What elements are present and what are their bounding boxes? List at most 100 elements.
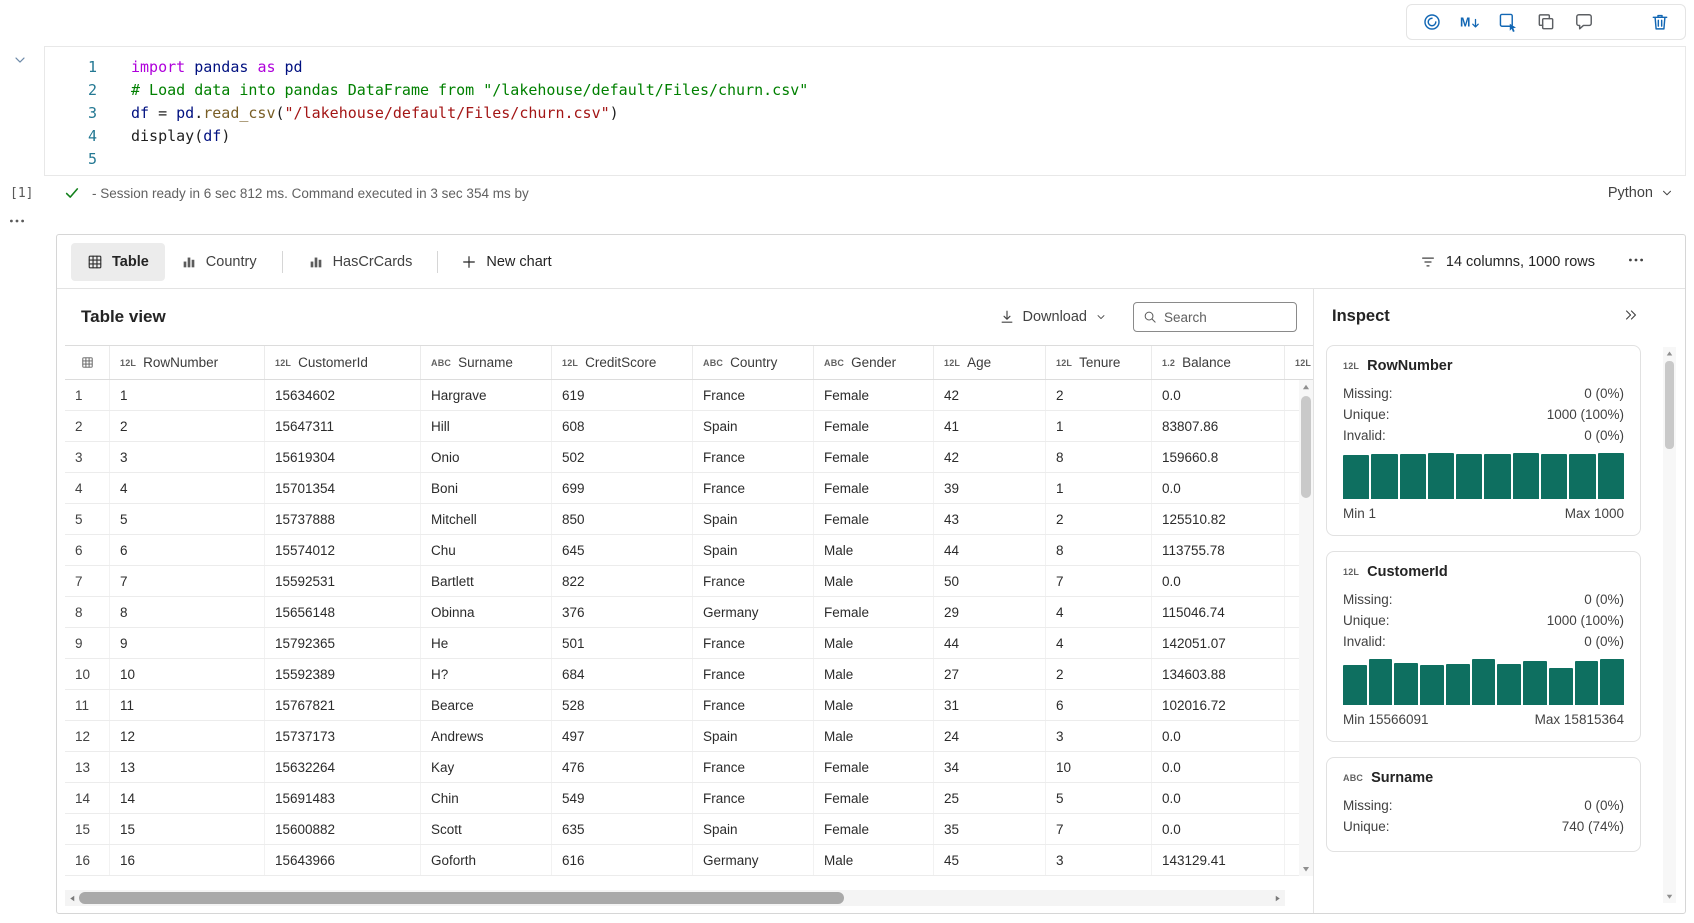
copilot-button[interactable]	[1421, 11, 1443, 33]
inspect-scrollbar[interactable]	[1663, 347, 1676, 903]
more-options-button[interactable]	[1611, 11, 1633, 33]
table-cell: Female	[814, 814, 934, 844]
table-cell: 41	[934, 411, 1046, 441]
code-line: 2 # Load data into pandas DataFrame from …	[45, 79, 1685, 102]
download-button[interactable]: Download	[999, 309, 1108, 325]
tab-hascrcards[interactable]: HasCrCards	[292, 243, 429, 281]
table-cell: 44	[934, 535, 1046, 565]
language-label: Python	[1607, 185, 1653, 201]
markdown-button[interactable]: M	[1459, 11, 1481, 33]
new-chart-button[interactable]: New chart	[447, 243, 565, 281]
table-cell: 2	[1046, 504, 1152, 534]
table-row[interactable]: 3 3 15619304 Onio 502 France Female 42 8 159660.8	[65, 442, 1313, 473]
delete-cell-button[interactable]	[1649, 11, 1671, 33]
table-cell: 1	[1046, 473, 1152, 503]
histogram-bar	[1368, 659, 1393, 705]
table-row[interactable]: 13 13 15632264 Kay 476 France Female 34 10 0.0	[65, 752, 1313, 783]
table-row[interactable]: 10 10 15592389 H? 684 France Male 27 2 134603.88	[65, 659, 1313, 690]
table-cell: 7	[110, 566, 265, 596]
column-header-partial[interactable]: 12L	[1285, 346, 1313, 379]
table-cell: France	[693, 690, 814, 720]
scroll-right-icon[interactable]	[1273, 894, 1282, 903]
column-header-CreditScore[interactable]: 12L CreditScore	[552, 346, 693, 379]
table-row[interactable]: 14 14 15691483 Chin 549 France Female 25 5 0.0	[65, 783, 1313, 814]
success-check-icon	[64, 185, 80, 201]
horizontal-scrollbar-track[interactable]	[77, 890, 1273, 906]
collapse-cell-button[interactable]	[12, 52, 28, 71]
scroll-down-icon[interactable]	[1665, 892, 1674, 901]
table-cell: Spain	[693, 721, 814, 751]
inspect-scrollbar-thumb[interactable]	[1665, 361, 1674, 449]
results-more-button[interactable]	[1627, 251, 1645, 272]
table-row[interactable]: 9 9 15792365 He 501 France Male 44 4 142051.07	[65, 628, 1313, 659]
column-header-Tenure[interactable]: 12L Tenure	[1046, 346, 1152, 379]
vertical-scrollbar-thumb[interactable]	[1301, 396, 1311, 498]
plus-icon	[461, 254, 477, 270]
column-header-Balance[interactable]: 1.2 Balance	[1152, 346, 1285, 379]
table-row[interactable]: 8 8 15656148 Obinna 376 Germany Female 29 4 11504…	[65, 597, 1313, 628]
column-header-Age[interactable]: 12L Age	[934, 346, 1046, 379]
column-header-Gender[interactable]: ABC Gender	[814, 346, 934, 379]
table-cell: 608	[552, 411, 693, 441]
code-line: 4 display(df)	[45, 125, 1685, 148]
line-number: 3	[87, 104, 97, 122]
table-row[interactable]: 12 12 15737173 Andrews 497 Spain Male 24 3 0.0	[65, 721, 1313, 752]
column-header-Country[interactable]: ABC Country	[693, 346, 814, 379]
scroll-left-icon[interactable]	[68, 894, 77, 903]
column-header-RowNumber[interactable]: 12L RowNumber	[110, 346, 265, 379]
comment-button[interactable]	[1573, 11, 1595, 33]
table-cell: 115046.74	[1152, 597, 1285, 627]
table-row[interactable]: 16 16 15643966 Goforth 616 Germany Male 45 3 1431…	[65, 845, 1313, 876]
collapse-inspect-button[interactable]	[1623, 307, 1639, 326]
row-index-cell: 14	[65, 783, 110, 813]
table-row[interactable]: 4 4 15701354 Boni 699 France Female 39 1 0.0	[65, 473, 1313, 504]
stat-value: 0 (0%)	[1584, 592, 1624, 607]
table-row[interactable]: 15 15 15600882 Scott 635 Spain Female 35 7 0.0	[65, 814, 1313, 845]
code-text: df = pd.read_csv("/lakehouse/default/Fil…	[131, 104, 619, 122]
cell-more-button[interactable]	[8, 212, 26, 233]
column-header-Surname[interactable]: ABC Surname	[421, 346, 552, 379]
column-header-CustomerId[interactable]: 12L CustomerId	[265, 346, 421, 379]
tab-table[interactable]: Table	[71, 242, 165, 281]
table-row[interactable]: 11 11 15767821 Bearce 528 France Male 31 6 102016…	[65, 690, 1313, 721]
table-row[interactable]: 7 7 15592531 Bartlett 822 France Male 50 7 0.0	[65, 566, 1313, 597]
table-summary: 14 columns, 1000 rows	[1445, 253, 1595, 270]
table-cell: 125510.82	[1152, 504, 1285, 534]
stat-label: Unique:	[1343, 407, 1390, 422]
table-cell: Female	[814, 752, 934, 782]
scroll-up-icon[interactable]	[1665, 349, 1674, 358]
horizontal-scrollbar-thumb[interactable]	[79, 892, 845, 904]
code-cell[interactable]: 1 import pandas as pd 2 # Load data into pa…	[44, 46, 1686, 176]
copy-cell-button[interactable]	[1535, 11, 1557, 33]
table-row[interactable]: 2 2 15647311 Hill 608 Spain Female 41 1 83807.86	[65, 411, 1313, 442]
row-index-cell: 15	[65, 814, 110, 844]
table-cell: Female	[814, 504, 934, 534]
table-cell: 0.0	[1152, 783, 1285, 813]
table-row[interactable]: 6 6 15574012 Chu 645 Spain Male 44 8 113755.78	[65, 535, 1313, 566]
convert-to-code-cell-button[interactable]	[1497, 11, 1519, 33]
table-row[interactable]: 1 1 15634602 Hargrave 619 France Female 42 2 0.0	[65, 380, 1313, 411]
column-name: CreditScore	[585, 355, 657, 370]
row-index-header[interactable]	[65, 346, 110, 379]
table-cell: 3	[1046, 845, 1152, 875]
table-cell: Female	[814, 597, 934, 627]
histogram-bar	[1456, 453, 1483, 499]
scroll-down-icon[interactable]	[1301, 864, 1311, 874]
histogram-bar	[1512, 453, 1540, 499]
vertical-scrollbar[interactable]	[1299, 380, 1313, 876]
table-cell: 15592389	[265, 659, 421, 689]
table-cell: Male	[814, 845, 934, 875]
language-selector[interactable]: Python	[1608, 185, 1674, 201]
tab-country[interactable]: Country	[165, 243, 273, 281]
table-cell: 42	[934, 442, 1046, 472]
table-cell: 50	[934, 566, 1046, 596]
row-index-cell: 2	[65, 411, 110, 441]
table-cell: Mitchell	[421, 504, 552, 534]
scroll-up-icon[interactable]	[1301, 382, 1311, 392]
table-row[interactable]: 5 5 15737888 Mitchell 850 Spain Female 43 2 12551…	[65, 504, 1313, 535]
table-cell: 16	[110, 845, 265, 875]
horizontal-scrollbar[interactable]	[65, 890, 1285, 906]
search-input[interactable]	[1164, 309, 1287, 325]
table-cell: 15574012	[265, 535, 421, 565]
table-cell: 15600882	[265, 814, 421, 844]
